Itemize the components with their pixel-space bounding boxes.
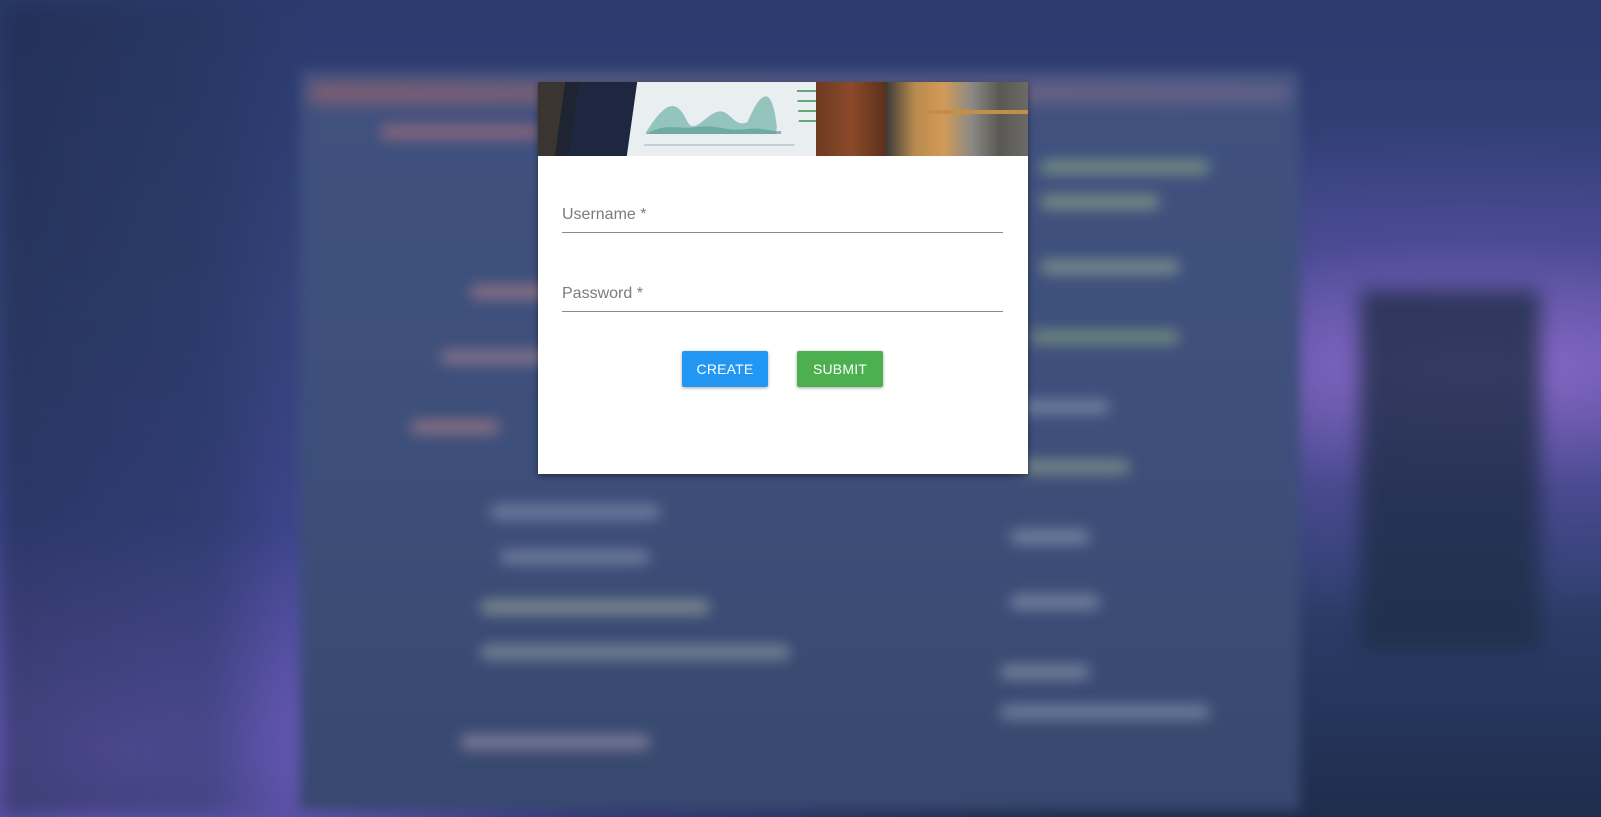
username-input[interactable] (562, 200, 1007, 232)
password-field[interactable]: Password * (562, 271, 1007, 312)
submit-button[interactable]: SUBMIT (797, 351, 883, 387)
login-form: Username * Password * (562, 192, 1007, 350)
username-field[interactable]: Username * (562, 192, 1007, 233)
password-input[interactable] (562, 279, 1007, 311)
banner-image (538, 82, 1028, 156)
form-actions: CREATE SUBMIT (538, 351, 1028, 387)
create-button[interactable]: CREATE (682, 351, 768, 387)
login-card: Username * Password * CREATE SUBMIT (538, 82, 1028, 474)
